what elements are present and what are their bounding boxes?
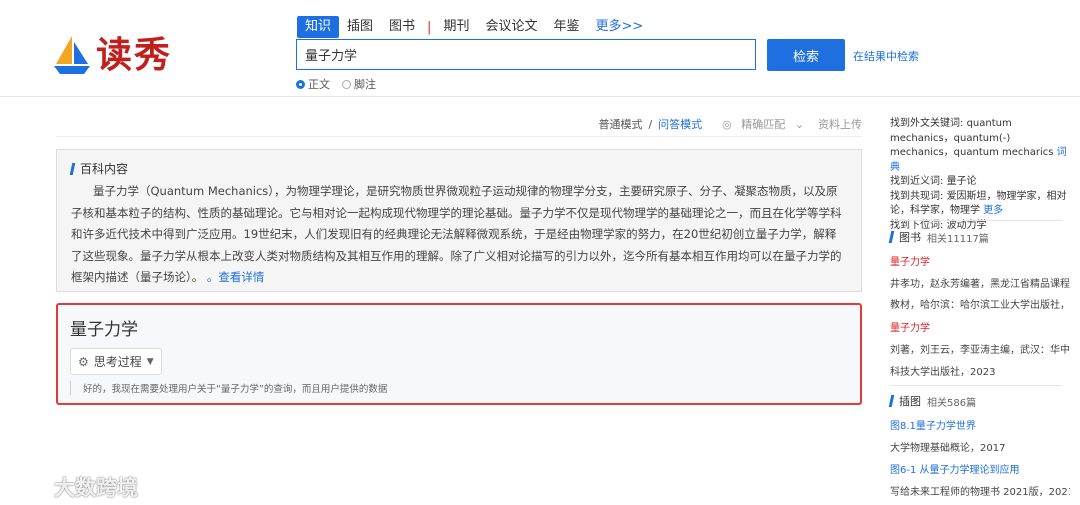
radio-footnote[interactable] <box>342 79 351 89</box>
thinking-toggle[interactable]: ⚙ 思考过程 ▼ <box>70 348 162 375</box>
cooccur-words: 找到共现词: 爱因斯坦，物理学家，相对论，科学家，物理学 更多 <box>890 190 1070 219</box>
divider <box>56 136 862 137</box>
thinking-text: 好的，我现在需要处理用户关于“量子力学”的查询，而且用户提供的数据 <box>70 381 848 395</box>
book-meta: 科技大学出版社，2023 <box>890 367 996 378</box>
book-meta: 刘著，刘王云，李亚涛主编，武汉：华中 <box>890 345 1070 356</box>
target-icon: ◎ <box>722 118 732 131</box>
radio-footnote-label: 脚注 <box>354 78 376 91</box>
thinking-label: 思考过程 <box>93 355 142 369</box>
near-value[interactable]: 量子论 <box>947 176 977 187</box>
mode-normal-link[interactable]: 普通模式 <box>598 116 642 132</box>
foreign-label: 找到外文关键词: <box>890 118 964 129</box>
logo[interactable]: 读秀 <box>52 34 172 76</box>
mode-qa-link[interactable]: 问答模式 <box>658 116 702 132</box>
radio-body[interactable] <box>296 79 305 89</box>
mode-divider: / <box>648 117 653 131</box>
book-title[interactable]: 量子力学 <box>890 253 1070 268</box>
gear-icon: ⚙ <box>78 354 89 369</box>
match-label: 精确匹配 <box>741 118 786 131</box>
result-toolbar: 普通模式 / 问答模式 ◎ 精确匹配 ⌄ 资料上传 <box>592 116 862 132</box>
figure-title[interactable]: 图6-1 从量子力学理论到应用 <box>890 461 1070 476</box>
caret-down-icon: ▼ <box>146 356 154 367</box>
sailboat-logo-icon <box>54 36 90 74</box>
near-label: 找到近义词: <box>890 176 944 187</box>
synonyms: 找到近义词: 量子论 <box>890 175 1070 190</box>
chevron-down-icon: ⌄ <box>794 118 804 131</box>
figure-meta: 写给未来工程师的物理书 2021版，2021 <box>890 487 1070 498</box>
sidebar-divider <box>890 385 1062 386</box>
encyclopedia-title: 百科内容 <box>80 162 129 176</box>
encyclopedia-panel: 百科内容 量子力学（Quantum Mechanics），为物理学理论，是研究物… <box>56 149 862 292</box>
books-title: 图书 <box>899 231 921 244</box>
chat-bubble-logo-icon <box>12 473 46 500</box>
upload-link[interactable]: 资料上传 <box>818 116 862 132</box>
figures-count: 相关586篇 <box>927 397 977 409</box>
ai-answer-panel: 量子力学 ⚙ 思考过程 ▼ 好的，我现在需要处理用户关于“量子力学”的查询，而且… <box>56 303 862 405</box>
tab-separator: | <box>427 19 432 35</box>
radio-body-label: 正文 <box>308 78 330 91</box>
figures-header: 插图 相关586篇 <box>888 393 977 409</box>
section-bar-icon <box>888 395 895 407</box>
section-bar-icon <box>69 162 76 175</box>
tab-more[interactable]: 更多>> <box>587 16 651 38</box>
logo-text: 读秀 <box>96 34 173 76</box>
watermark: 大数跨境 <box>10 472 138 502</box>
encyclopedia-header: 百科内容 <box>69 160 847 177</box>
figure-meta: 大学物理基础概论，2017 <box>890 443 1006 454</box>
figure-title[interactable]: 图8.1量子力学世界 <box>890 417 1070 432</box>
watermark-text: 大数跨境 <box>54 476 138 500</box>
foreign-keywords: 找到外文关键词: quantum mechanics，quantum(-) me… <box>890 117 1070 175</box>
co-more-link[interactable]: 更多 <box>983 205 1003 216</box>
tab-books[interactable]: 图书 <box>381 16 423 38</box>
tab-journals[interactable]: 期刊 <box>435 16 477 38</box>
tab-knowledge[interactable]: 知识 <box>297 16 340 38</box>
header: 读秀 知识 插图 图书 | 期刊 会议论文 年鉴 更多>> 检索 在结果中检索 … <box>0 0 1080 97</box>
figures-title: 插图 <box>899 395 921 408</box>
view-details-link[interactable]: 。查看详情 <box>207 270 265 284</box>
search-tabs: 知识 插图 图书 | 期刊 会议论文 年鉴 更多>> <box>297 16 651 38</box>
search-box <box>296 39 756 70</box>
search-within-link[interactable]: 在结果中检索 <box>853 48 919 64</box>
scope-radios: 正文 脚注 <box>296 76 388 92</box>
co-label: 找到共现词: <box>890 190 944 202</box>
books-header: 图书 相关11117篇 <box>888 229 989 245</box>
books-count: 相关11117篇 <box>927 233 989 245</box>
encyclopedia-body: 量子力学（Quantum Mechanics），为物理学理论，是研究物质世界微观… <box>71 184 842 284</box>
section-bar-icon <box>888 231 895 243</box>
answer-title: 量子力学 <box>70 320 138 340</box>
book-meta: 井孝功，赵永芳编著，黑龙江省精品课程 <box>890 279 1070 290</box>
tab-figures[interactable]: 插图 <box>339 16 381 38</box>
tab-conference[interactable]: 会议论文 <box>477 16 545 38</box>
encyclopedia-text: 量子力学（Quantum Mechanics），为物理学理论，是研究物质世界微观… <box>71 181 847 289</box>
search-input[interactable] <box>297 40 755 69</box>
match-dropdown[interactable]: ◎ 精确匹配 ⌄ <box>716 116 804 132</box>
search-button[interactable]: 检索 <box>767 39 845 71</box>
view-details-label: 查看详情 <box>218 270 265 284</box>
sidebar-divider <box>890 220 1062 221</box>
keyword-block: 找到外文关键词: quantum mechanics，quantum(-) me… <box>890 117 1070 233</box>
book-meta: 教材，哈尔滨：哈尔滨工业大学出版社， <box>890 300 1070 311</box>
book-title[interactable]: 量子力学 <box>890 319 1070 334</box>
tab-yearbook[interactable]: 年鉴 <box>545 16 587 38</box>
